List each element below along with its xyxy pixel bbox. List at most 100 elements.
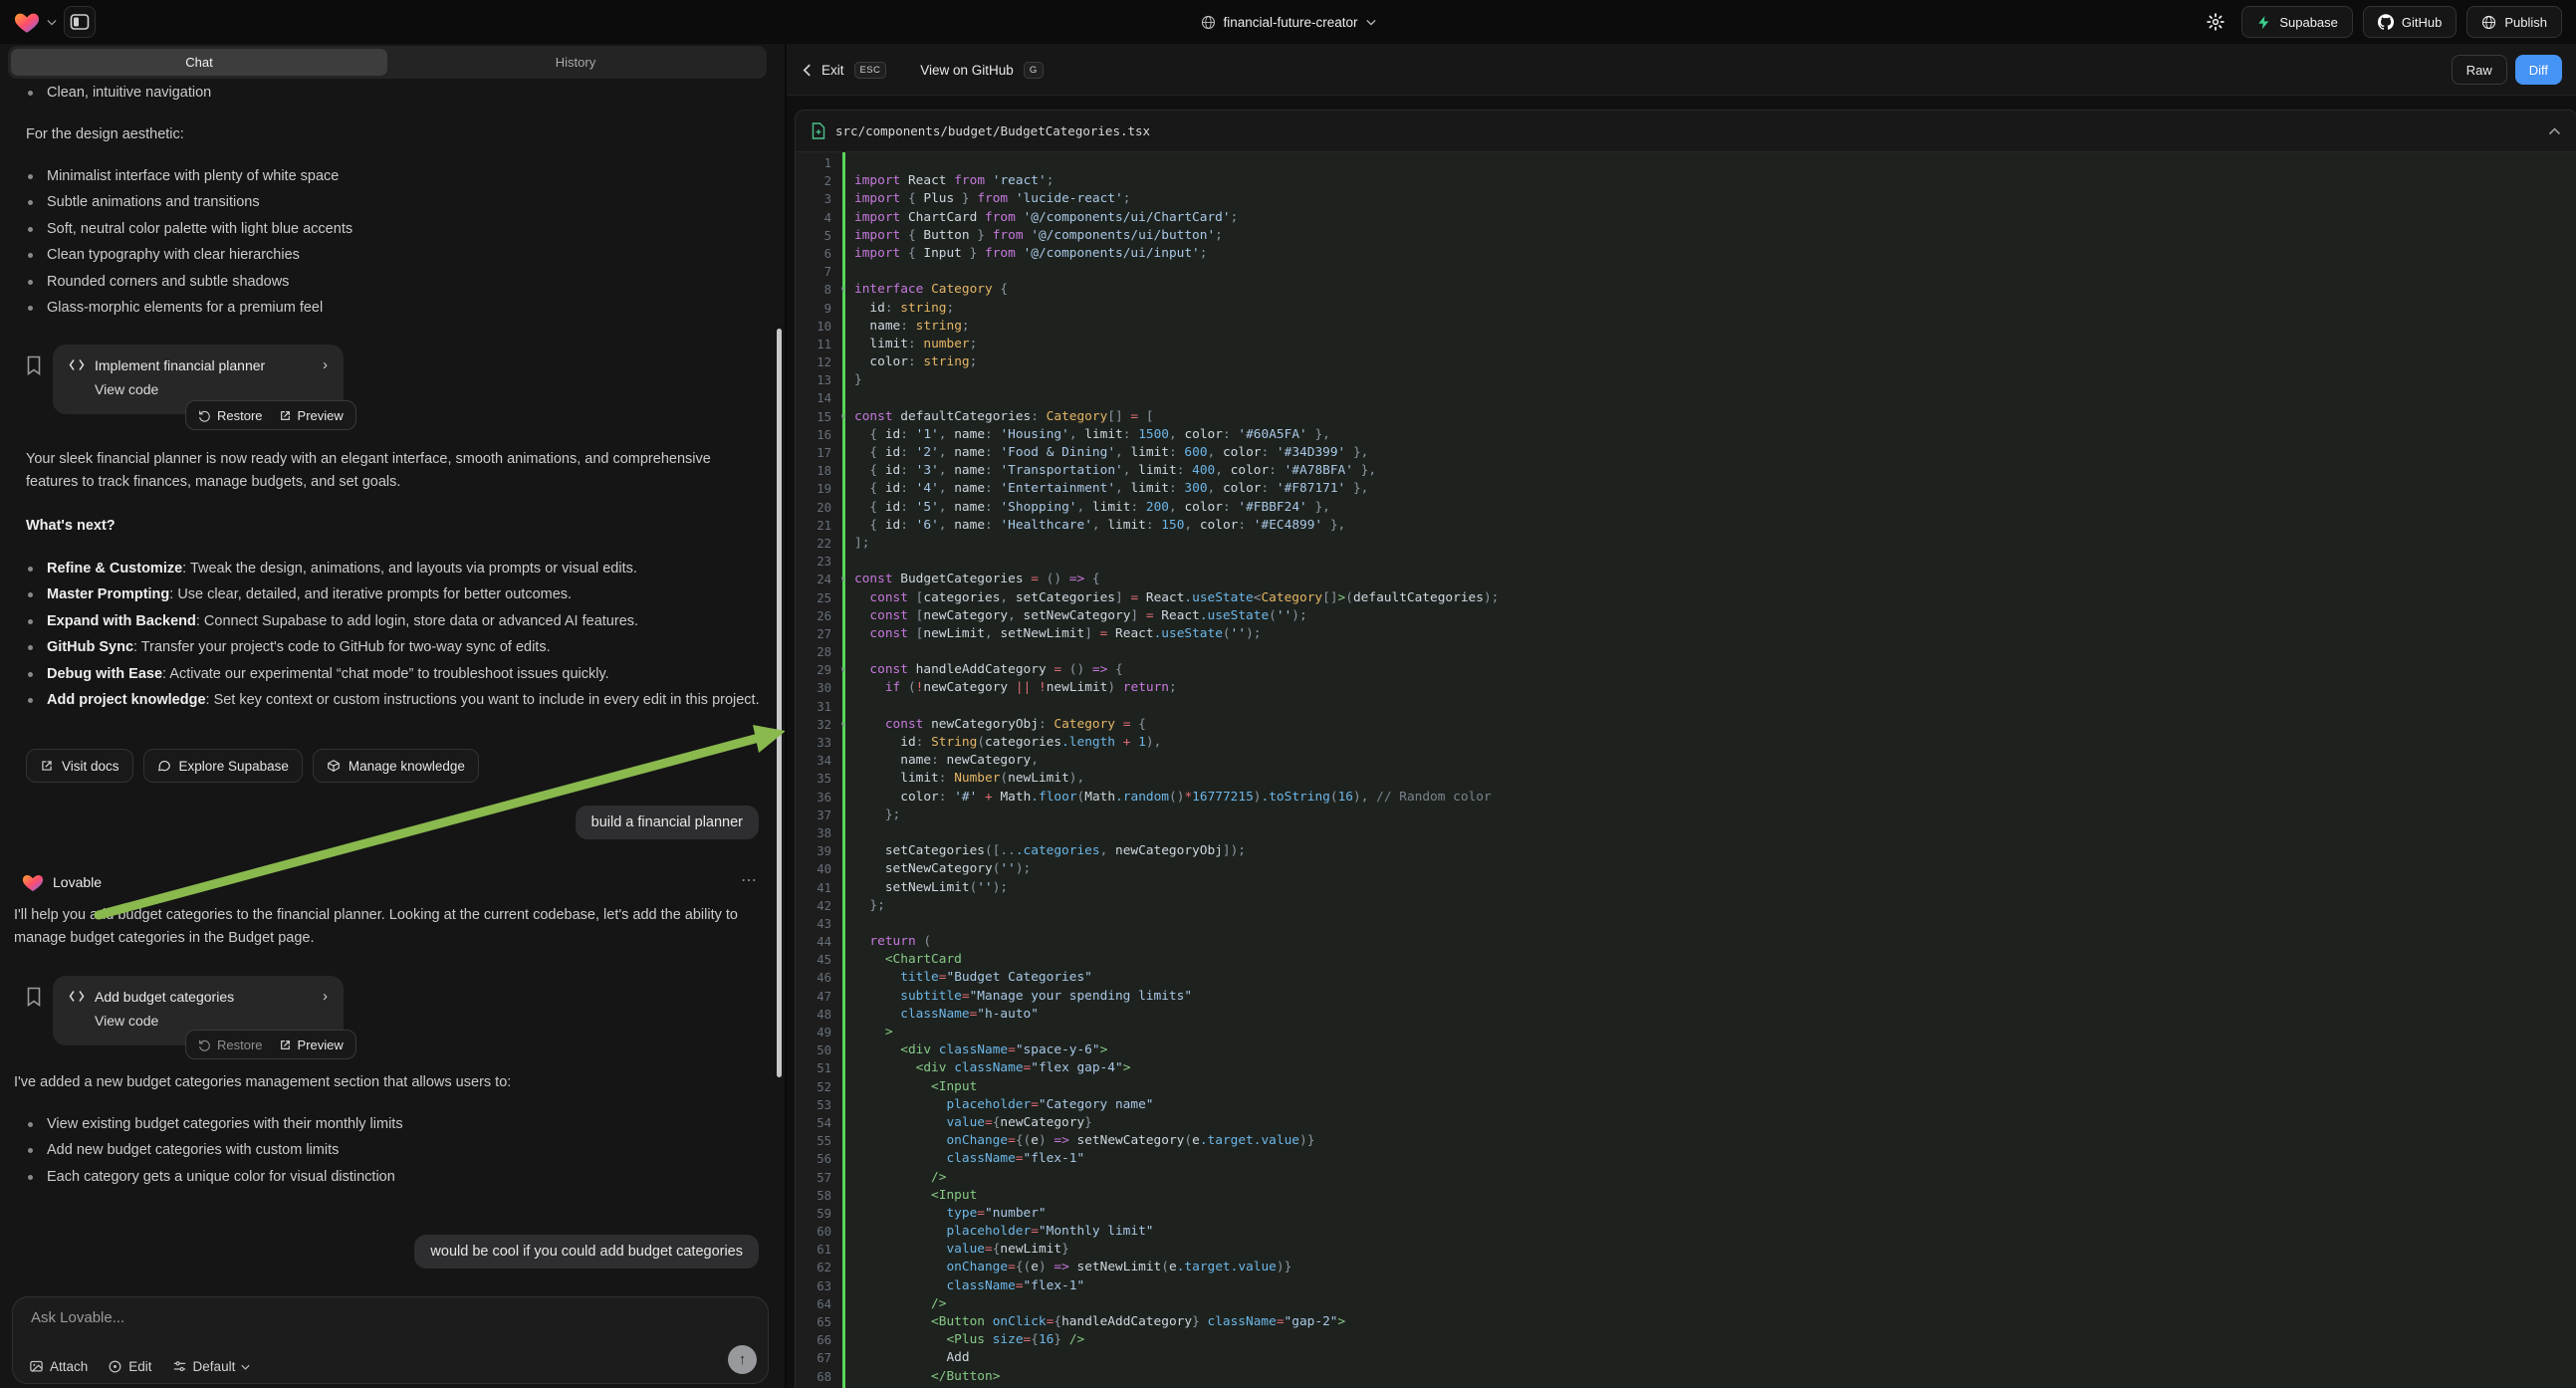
view-code-link[interactable]: View code [95,1013,328,1029]
code-icon [69,990,85,1003]
manage-knowledge-button[interactable]: Manage knowledge [313,749,479,783]
bookmark-icon[interactable] [26,987,42,1007]
tab-history[interactable]: History [387,49,764,76]
publish-button[interactable]: Publish [2466,6,2562,38]
code-icon [69,358,85,371]
line-number: 60 [796,1223,841,1241]
settings-button[interactable] [2200,6,2231,38]
bookmark-icon[interactable] [26,355,42,375]
line-number: 43 [796,915,841,933]
code-line: 52 <Input [796,1078,2576,1096]
project-switcher[interactable]: financial-future-creator [1200,0,1375,44]
bullet-text: Debug with Ease: Activate our experiment… [47,661,609,687]
edit-button[interactable]: Edit [108,1359,151,1374]
tab-chat[interactable]: Chat [11,49,387,76]
chevron-right-icon[interactable]: › [323,356,328,373]
line-number: 45 [796,951,841,969]
bullet-icon [28,227,33,232]
github-label: GitHub [2402,15,2442,30]
code-text: id: string; [841,300,954,318]
line-number: 13 [796,371,841,389]
model-selector[interactable]: Default [172,1359,251,1374]
chevron-left-icon[interactable] [803,64,812,77]
code-line: 9 id: string; [796,300,2576,318]
supabase-bolt-icon [2256,15,2271,30]
visit-docs-button[interactable]: Visit docs [26,749,133,783]
project-name: financial-future-creator [1223,15,1357,30]
top-bar: financial-future-creator Supabase GitHub [0,0,2576,44]
external-link-icon [279,1039,292,1051]
code-line: 60 placeholder="Monthly limit" [796,1223,2576,1241]
code-editor[interactable]: 12import React from 'react';3import { Pl… [796,152,2576,1388]
collapse-file-button[interactable] [2548,127,2561,135]
code-text [841,698,854,716]
sliders-icon [172,1359,187,1374]
gear-icon [2207,13,2225,31]
code-line: 16 { id: '1', name: 'Housing', limit: 15… [796,426,2576,444]
code-text: import ChartCard from '@/components/ui/C… [841,209,1238,227]
file-path-bar[interactable]: src/components/budget/BudgetCategories.t… [796,111,2576,152]
fold-chevron-icon[interactable]: ∨ [840,281,845,299]
bullet-text: Clean typography with clear hierarchies [47,242,300,268]
more-menu-button[interactable]: ⋯ [741,870,759,890]
code-text: import { Input } from '@/components/ui/i… [841,245,1207,263]
send-button[interactable]: ↑ [728,1345,757,1374]
fold-chevron-icon[interactable]: ∨ [840,408,845,426]
preview-button[interactable]: Preview [279,1038,344,1052]
line-number: 62 [796,1259,841,1276]
bullet-text: Soft, neutral color palette with light b… [47,216,352,242]
bullet-icon [28,619,33,624]
exit-button[interactable]: Exit [821,63,844,78]
code-text: title="Budget Categories" [841,969,1092,987]
toggle-sidebar-button[interactable] [64,6,96,38]
chat-bubble-icon [157,759,171,773]
bullet-icon [28,174,33,179]
bullet-text: Refine & Customize: Tweak the design, an… [47,556,637,581]
line-number: 34 [796,752,841,770]
view-code-link[interactable]: View code [95,381,328,397]
code-text [841,643,854,661]
restore-button[interactable]: Restore [198,408,263,423]
code-line: 14 [796,389,2576,407]
globe-icon [1200,15,1215,30]
chevron-right-icon[interactable]: › [323,988,328,1005]
chat-scrollbar[interactable] [777,329,782,1077]
bullet-icon [28,280,33,285]
raw-toggle-button[interactable]: Raw [2452,55,2507,85]
code-text: Add [841,1349,970,1367]
explore-supabase-button[interactable]: Explore Supabase [143,749,303,783]
line-number: 26 [796,607,841,625]
code-text: import React from 'react'; [841,172,1054,190]
code-text: }; [841,807,900,824]
github-button[interactable]: GitHub [2363,6,2457,38]
code-text: if (!newCategory || !newLimit) return; [841,679,1177,697]
code-line: 36 color: '#' + Math.floor(Math.random()… [796,789,2576,807]
fold-chevron-icon[interactable]: ∨ [840,716,845,734]
diff-file-card: src/components/budget/BudgetCategories.t… [795,110,2576,1388]
fold-chevron-icon[interactable]: ∨ [840,571,845,588]
logo-chevron-down-icon[interactable] [47,19,57,26]
supabase-button[interactable]: Supabase [2241,6,2353,38]
line-number: 46 [796,969,841,987]
lovable-logo-icon[interactable] [14,10,40,34]
preview-button[interactable]: Preview [279,408,344,423]
line-number: 20 [796,499,841,517]
line-number: 4 [796,209,841,227]
fold-chevron-icon[interactable]: ∨ [840,661,845,679]
view-on-github-button[interactable]: View on GitHub [920,63,1014,78]
diff-toggle-button[interactable]: Diff [2515,55,2562,85]
bullet-text: GitHub Sync: Transfer your project's cod… [47,634,551,660]
line-number: 7 [796,263,841,281]
chat-input[interactable] [31,1309,750,1335]
restore-button[interactable]: Restore [198,1038,263,1052]
bullet-text: View existing budget categories with the… [47,1111,403,1137]
code-line: 15∨const defaultCategories: Category[] =… [796,408,2576,426]
list-item: Rounded corners and subtle shadows [26,269,352,295]
attach-button[interactable]: Attach [29,1359,88,1374]
model-label: Default [193,1359,236,1374]
code-text: const handleAddCategory = () => { [841,661,1123,679]
line-number: 16 [796,426,841,444]
code-line: 2import React from 'react'; [796,172,2576,190]
line-number: 44 [796,933,841,951]
line-number: 25 [796,589,841,607]
